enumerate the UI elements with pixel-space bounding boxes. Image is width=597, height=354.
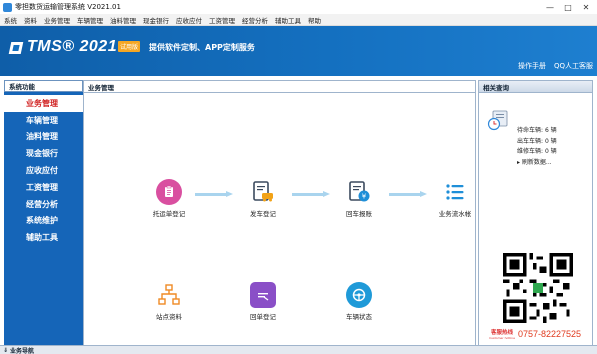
flow-ledger[interactable]: 业务流水帐 — [425, 179, 485, 218]
truck-document-icon — [250, 179, 276, 205]
close-button[interactable]: ✕ — [577, 0, 595, 14]
vehicle-stats: 待命车辆: 6 辆 出车车辆: 0 辆 维修车辆: 0 辆 ▸ 刷新数据... — [517, 126, 557, 168]
menu-bar: 系统 资料 业务管理 车辆管理 油料管理 现金银行 应收应付 工资管理 经营分析… — [0, 14, 597, 26]
status-bar: ⇓ 业务导航 — [0, 345, 597, 354]
menu-fuel[interactable]: 油料管理 — [110, 15, 136, 25]
hotline-sub: Customer hotline — [489, 336, 515, 340]
stat-repair: 维修车辆: 0 辆 — [517, 147, 557, 158]
stat-value: 6 辆 — [544, 127, 557, 134]
sidebar-item-tools[interactable]: 辅助工具 — [4, 229, 83, 246]
window-controls: — □ ✕ — [541, 0, 595, 14]
sidebar-item-analysis[interactable]: 经营分析 — [4, 196, 83, 213]
main-panel: 业务管理 托运单登记 发车登记 ¥ 回车报账 业务流水帐 站点资料 回单登记 车… — [83, 80, 476, 348]
menu-tools[interactable]: 辅助工具 — [275, 15, 301, 25]
flow-dispatch[interactable]: 发车登记 — [233, 179, 293, 218]
sidebar-item-maintenance[interactable]: 系统维护 — [4, 213, 83, 230]
stat-value: 0 辆 — [544, 137, 557, 145]
flow-waybill[interactable]: 托运单登记 — [139, 179, 199, 218]
flow-label: 回车报账 — [346, 210, 372, 218]
menu-receivable[interactable]: 应收应付 — [176, 15, 202, 25]
stat-label: 维修车辆: — [517, 148, 544, 155]
flow-receipt[interactable]: 回单登记 — [233, 282, 293, 321]
hotline-number: 0757-82227525 — [518, 329, 582, 339]
menu-help[interactable]: 帮助 — [308, 15, 321, 25]
maximize-button[interactable]: □ — [559, 0, 577, 14]
business-nav-label[interactable]: 业务导航 — [10, 346, 34, 354]
sidebar: 系统功能 业务管理 车辆管理 油料管理 现金银行 应收应付 工资管理 经营分析 … — [4, 80, 83, 348]
hotline-label: 客服热线 — [490, 330, 513, 336]
menu-vehicle[interactable]: 车辆管理 — [77, 15, 103, 25]
sidebar-item-cash-bank[interactable]: 现金银行 — [4, 145, 83, 162]
stat-label: 出车车辆: — [517, 137, 544, 145]
chevron-icon: ⇓ — [3, 346, 9, 354]
flow-arrow-icon — [292, 191, 330, 197]
related-query-panel: 相关查询 待命车辆: 6 辆 出车车辆: 0 辆 维修车辆: 0 辆 ▸ 刷新数… — [478, 80, 593, 348]
stat-value: 0 辆 — [544, 148, 557, 155]
qr-code-icon — [503, 253, 573, 323]
stat-label: 待命车辆: — [517, 127, 544, 134]
org-chart-icon — [156, 282, 182, 308]
stat-standby: 待命车辆: 6 辆 — [517, 126, 557, 137]
menu-system[interactable]: 系统 — [4, 15, 17, 25]
flow-label: 托运单登记 — [152, 210, 186, 218]
flow-label: 回单登记 — [250, 313, 276, 321]
sidebar-item-vehicle[interactable]: 车辆管理 — [4, 112, 83, 129]
manual-link[interactable]: 操作手册 — [518, 61, 546, 71]
hotline: 客服热线 Customer hotline 0757-82227525 — [489, 327, 581, 341]
list-icon — [442, 179, 468, 205]
receipt-icon — [250, 282, 276, 308]
sidebar-item-business[interactable]: 业务管理 — [4, 95, 83, 112]
menu-data[interactable]: 资料 — [24, 15, 37, 25]
right-panel-title: 相关查询 — [479, 81, 592, 93]
steering-icon — [346, 282, 372, 308]
refresh-link[interactable]: ▸ 刷新数据... — [517, 158, 557, 169]
sidebar-item-receivable[interactable]: 应收应付 — [4, 162, 83, 179]
sidebar-item-fuel[interactable]: 油料管理 — [4, 129, 83, 146]
flow-label: 发车登记 — [250, 210, 276, 218]
clock-document-icon — [487, 110, 508, 131]
menu-cash-bank[interactable]: 现金银行 — [143, 15, 169, 25]
refresh-label: 刷新数据... — [521, 158, 552, 166]
tms-logo-icon — [8, 42, 24, 54]
main-title: 业务管理 — [84, 81, 475, 93]
flow-station[interactable]: 站点资料 — [139, 282, 199, 321]
title-bar: 零担数货运输管理系统 V2021.01 — □ ✕ — [0, 0, 597, 14]
svg-text:¥: ¥ — [362, 193, 367, 201]
yen-document-icon: ¥ — [346, 179, 372, 205]
minimize-button[interactable]: — — [541, 0, 559, 14]
window-title: 零担数货运输管理系统 V2021.01 — [15, 3, 121, 11]
menu-business[interactable]: 业务管理 — [44, 15, 70, 25]
flow-label: 业务流水帐 — [438, 210, 472, 218]
flow-label: 站点资料 — [156, 313, 182, 321]
app-icon — [3, 2, 12, 12]
stat-out: 出车车辆: 0 辆 — [517, 137, 557, 148]
clipboard-icon — [156, 179, 182, 205]
flow-arrow-icon — [195, 191, 233, 197]
slogan: 提供软件定制、APP定制服务 — [149, 43, 255, 52]
sidebar-item-salary[interactable]: 工资管理 — [4, 179, 83, 196]
qq-support-link[interactable]: QQ人工客服 — [554, 61, 593, 71]
flow-label: 车辆状态 — [346, 313, 372, 321]
banner: TMS® 2021 试用版 提供软件定制、APP定制服务 操作手册 QQ人工客服 — [0, 26, 597, 76]
trial-badge: 试用版 — [118, 41, 140, 52]
menu-analysis[interactable]: 经营分析 — [242, 15, 268, 25]
sidebar-title: 系统功能 — [4, 80, 83, 92]
flow-arrow-icon — [389, 191, 427, 197]
banner-links: 操作手册 QQ人工客服 — [518, 61, 593, 71]
flow-return-account[interactable]: ¥ 回车报账 — [329, 179, 389, 218]
flow-vehicle-status[interactable]: 车辆状态 — [329, 282, 389, 321]
menu-salary[interactable]: 工资管理 — [209, 15, 235, 25]
tms-logo: TMS® 2021 — [27, 38, 118, 55]
hotline-badge: 客服热线 Customer hotline — [489, 327, 515, 341]
